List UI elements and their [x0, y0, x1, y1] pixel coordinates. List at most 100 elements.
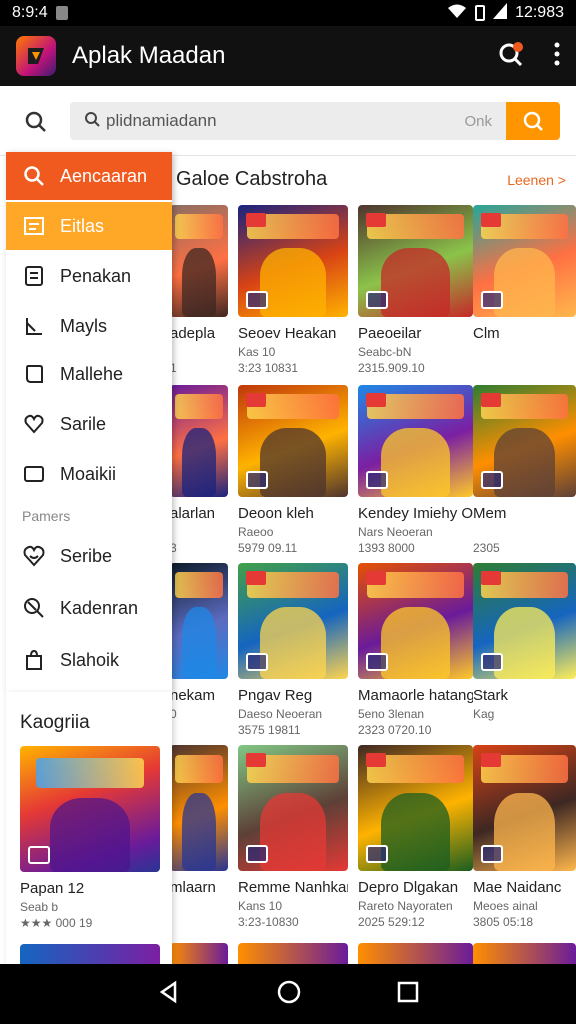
categories-title: Kaogriia — [20, 712, 90, 733]
square-icon — [22, 462, 46, 486]
game-thumbnail — [170, 385, 228, 497]
game-title: alarlan — [170, 505, 216, 522]
game-card[interactable]: Deoon kleh Raeoo 5979 09.11 — [238, 385, 348, 557]
game-character-art — [181, 247, 217, 317]
rating-flag-icon — [246, 393, 266, 407]
game-card-peek[interactable] — [358, 943, 473, 964]
game-card[interactable]: mlaarn — [170, 745, 228, 931]
game-character-art — [181, 427, 217, 497]
game-character-art — [260, 607, 326, 679]
game-card[interactable]: Depro Dlgakan Rareto Nayoraten 2025 529:12 — [358, 745, 473, 931]
game-thumbnail — [170, 745, 228, 871]
category-card-title: Papan 12 — [20, 880, 85, 897]
game-subtitle: Kans 10 — [238, 899, 283, 913]
game-title: Seoev Heakan — [238, 325, 337, 342]
rating-flag-icon — [246, 213, 266, 227]
game-card[interactable]: adepla 1 — [170, 205, 228, 377]
drawer-item-6[interactable]: Moaikii — [6, 450, 172, 498]
platform-badge-icon — [481, 653, 503, 671]
back-icon[interactable] — [157, 980, 181, 1009]
rating-flag-icon — [246, 753, 266, 767]
category-card[interactable]: Papan 12 Seab b ★★★ 000 19 — [20, 746, 160, 936]
drawer-item-9[interactable]: Slahoik — [6, 636, 172, 684]
game-card-peek[interactable] — [170, 943, 228, 964]
system-nav-bar — [0, 964, 576, 1024]
rating-flag-icon — [481, 393, 501, 407]
search-input[interactable]: plidnamiadann Onk — [70, 102, 506, 140]
drawer-item-0[interactable]: Aencaaran — [6, 152, 172, 200]
game-title: Stark — [473, 687, 509, 704]
game-card[interactable]: nekam 0 — [170, 563, 228, 739]
game-thumbnail — [473, 205, 576, 317]
game-title: mlaarn — [170, 879, 216, 896]
search-button[interactable] — [506, 102, 560, 140]
game-character-art — [381, 792, 450, 871]
game-card[interactable]: Clm — [473, 205, 576, 377]
recents-icon[interactable] — [397, 981, 419, 1008]
overflow-menu-icon[interactable] — [554, 42, 560, 71]
game-thumbnail — [473, 563, 576, 679]
category-card-next[interactable] — [20, 944, 160, 964]
game-subtitle: 5eno 3lenan — [358, 707, 425, 721]
game-card[interactable]: Seoev Heakan Kas 10 3:23 10831 — [238, 205, 348, 377]
platform-badge-icon — [481, 471, 503, 489]
chat-bubble-icon — [22, 362, 46, 386]
signal-icon — [493, 2, 508, 24]
game-card[interactable]: Mem 2305 — [473, 385, 576, 557]
drawer-item-3[interactable]: Mayls — [6, 302, 172, 350]
platform-badge-icon — [246, 845, 268, 863]
search-badge-icon[interactable] — [496, 39, 526, 74]
drawer-item-5[interactable]: Sarile — [6, 400, 172, 448]
search-icon[interactable] — [24, 110, 48, 139]
home-icon[interactable] — [276, 979, 302, 1010]
platform-badge-icon — [366, 471, 388, 489]
search-query: plidnamiadann — [106, 111, 217, 130]
game-title: Clm — [473, 325, 500, 342]
game-logo-art — [174, 213, 224, 239]
game-title: Kendey Imiehy Oinan — [358, 505, 473, 522]
drawer-item-label: Mallehe — [60, 363, 124, 384]
section-title: Galoe Cabstroha — [176, 168, 328, 190]
drawer-item-4[interactable]: Mallehe — [6, 350, 172, 398]
app-logo — [16, 36, 56, 76]
notification-icon — [55, 6, 68, 20]
game-title: Mamaorle hatang — [358, 687, 473, 704]
drawer-item-7[interactable]: Seribe — [6, 532, 172, 580]
game-title: Remme Nanhkan — [238, 879, 348, 896]
game-card[interactable]: alarlan 3 — [170, 385, 228, 557]
game-card-peek[interactable] — [473, 943, 576, 964]
wifi-icon — [447, 3, 467, 24]
drawer-item-label: Kadenran — [60, 597, 139, 618]
app-bar: Aplak Maadan — [0, 26, 576, 86]
game-character-art — [181, 607, 217, 679]
game-meta: 2315.909.10 — [358, 361, 425, 375]
game-meta: 2323 0720.10 — [358, 723, 432, 737]
game-subtitle: Rareto Nayoraten — [358, 899, 453, 913]
game-subtitle: Kas 10 — [238, 345, 276, 359]
game-card[interactable]: Paeoeilar Seabc-bN 2315.909.10 — [358, 205, 473, 377]
game-card[interactable]: Mae Naidanc Meoes ainal 3805 05:18 — [473, 745, 576, 931]
heart-smile-icon — [22, 544, 46, 568]
drawer-item-label: Sarile — [60, 413, 107, 434]
game-thumbnail — [473, 385, 576, 497]
game-card[interactable]: Kendey Imiehy Oinan Nars Neoeran 1393 8000 — [358, 385, 473, 557]
drawer-item-1[interactable]: Eitlas — [6, 202, 172, 250]
section-see-more-link[interactable]: Leenen > — [507, 172, 566, 188]
drawer-item-2[interactable]: Penakan — [6, 252, 172, 300]
game-meta: 5979 09.11 — [238, 541, 298, 555]
game-character-art — [260, 427, 326, 497]
game-card[interactable]: Remme Nanhkan Kans 10 3:23-10830 — [238, 745, 348, 931]
platform-badge-icon — [366, 845, 388, 863]
drawer-item-8[interactable]: Kadenran — [6, 584, 172, 632]
search-hint: Onk — [464, 112, 492, 130]
game-title: Mae Naidanc — [473, 879, 562, 896]
section-header: Galoe Cabstroha Leenen > — [176, 168, 566, 191]
category-card-meta: ★★★ 000 19 — [20, 916, 93, 930]
platform-badge-icon — [246, 653, 268, 671]
game-card[interactable]: Mamaorle hatang 5eno 3lenan 2323 0720.10 — [358, 563, 473, 739]
game-card-peek[interactable] — [238, 943, 348, 964]
search-field-icon — [84, 111, 100, 132]
game-card[interactable]: Pngav Reg Daeso Neoeran 3575 19811 — [238, 563, 348, 739]
game-title: Pngav Reg — [238, 687, 313, 704]
game-card[interactable]: Stark Kag — [473, 563, 576, 739]
